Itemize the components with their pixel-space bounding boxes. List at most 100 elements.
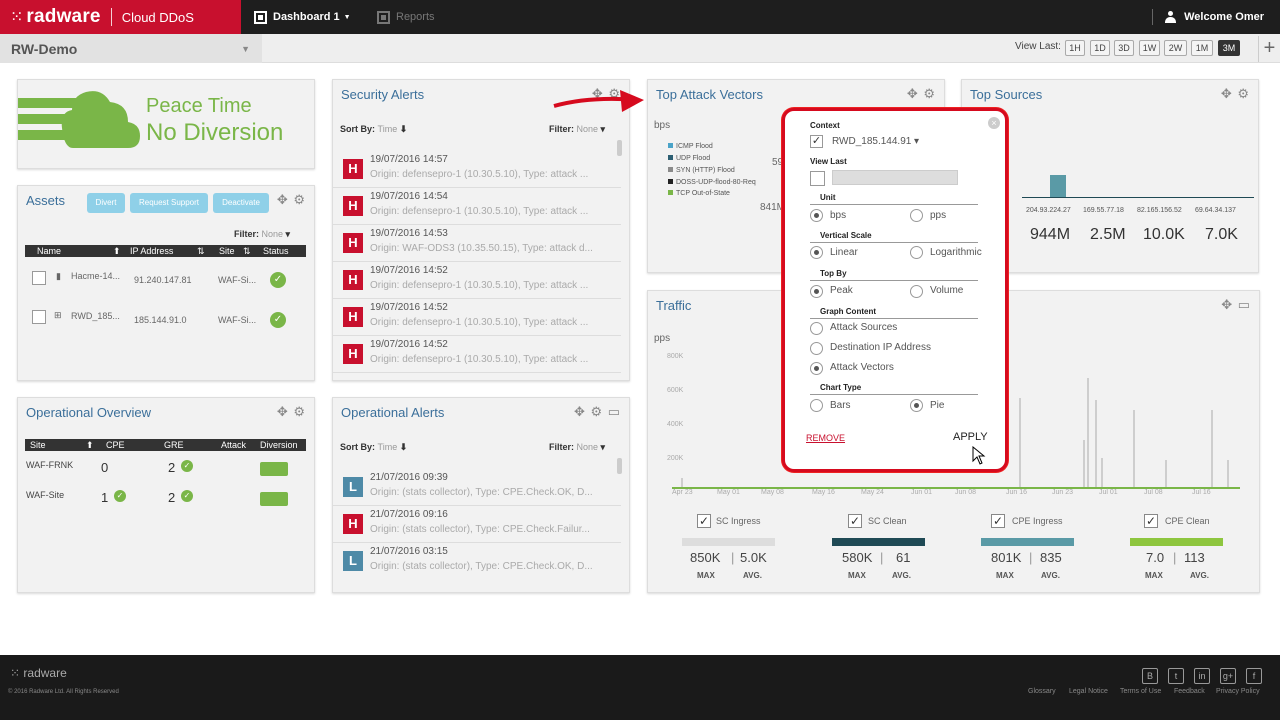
topby-peak-radio[interactable] [810, 285, 823, 298]
series-checkbox[interactable]: ✓ [697, 514, 711, 528]
deactivate-button[interactable]: Deactivate [213, 193, 269, 213]
scale-linear-radio[interactable] [810, 246, 823, 259]
x-tick: May 01 [717, 489, 740, 496]
topby-volume-radio[interactable] [910, 285, 923, 298]
col-ip[interactable]: IP Address [130, 245, 173, 257]
list-item[interactable]: H 19/07/2016 14:52 Origin: defensepro-1 … [333, 336, 621, 373]
series-label: SC Clean [868, 516, 907, 526]
range-1h-button[interactable]: 1H [1065, 40, 1085, 56]
panel-tools-icon[interactable]: ✥ ⚙ [277, 192, 306, 208]
severity-high-icon: H [343, 307, 363, 327]
divider [810, 318, 978, 319]
footer-link-legal[interactable]: Legal Notice [1069, 688, 1108, 695]
asset-checkbox[interactable] [32, 310, 46, 324]
alerts-filter[interactable]: Filter: None ▾ [549, 442, 605, 453]
scrollbar[interactable] [617, 140, 622, 156]
range-1d-button[interactable]: 1D [1090, 40, 1110, 56]
blog-icon[interactable]: B [1142, 668, 1158, 684]
list-item[interactable]: L 21/07/2016 09:39 Origin: (stats collec… [333, 469, 621, 506]
series-checkbox[interactable]: ✓ [1144, 514, 1158, 528]
divider [810, 204, 978, 205]
list-item[interactable]: H 19/07/2016 14:53 Origin: WAF-ODS3 (10.… [333, 225, 621, 262]
source-ip: 69.64.34.137 [1195, 207, 1236, 214]
tab-dashboard[interactable]: Dashboard 1 ▼ [254, 0, 351, 34]
alerts-filter[interactable]: Filter: None ▾ [549, 124, 605, 135]
col-status[interactable]: Status [263, 245, 289, 257]
add-widget-button[interactable]: + [1258, 36, 1280, 62]
request-support-button[interactable]: Request Support [130, 193, 208, 213]
legend-swatch [668, 167, 673, 172]
status-ok-icon: ✓ [114, 490, 126, 502]
series-checkbox[interactable]: ✓ [848, 514, 862, 528]
scale-log-radio[interactable] [910, 246, 923, 259]
server-icon: ▮ [56, 271, 61, 281]
source-bar [1050, 175, 1066, 197]
view-last-range-selector[interactable] [832, 170, 958, 185]
footer-link-feedback[interactable]: Feedback [1174, 688, 1205, 695]
severity-high-icon: H [343, 270, 363, 290]
avg-label: AVG. [1041, 571, 1060, 580]
panel-tools-icon[interactable]: ✥ ⚙ [907, 86, 936, 102]
panel-tools-icon[interactable]: ✥ ⚙ [1221, 86, 1250, 102]
view-last-checkbox[interactable] [810, 171, 825, 186]
overview-gre: 2 [168, 460, 176, 475]
footer-link-terms[interactable]: Terms of Use [1120, 688, 1161, 695]
range-1m-button[interactable]: 1M [1191, 40, 1213, 56]
alert-date: 19/07/2016 14:53 [370, 228, 448, 239]
close-icon[interactable]: × [988, 117, 1000, 129]
col-site[interactable]: Site [219, 245, 235, 257]
apply-button[interactable]: APPLY [953, 431, 988, 443]
scrollbar[interactable] [617, 458, 622, 474]
asset-checkbox[interactable] [32, 271, 46, 285]
panel-tools-icon[interactable]: ✥ ⚙ ▭ [574, 404, 621, 420]
col-name[interactable]: Name [37, 245, 61, 257]
list-item[interactable]: H 21/07/2016 09:16 Origin: (stats collec… [333, 506, 621, 543]
series-checkbox[interactable]: ✓ [991, 514, 1005, 528]
sort-by[interactable]: Sort By: Time ⬇ [340, 442, 407, 453]
range-3d-button[interactable]: 3D [1114, 40, 1134, 56]
divert-button[interactable]: Divert [87, 193, 125, 213]
list-item[interactable]: H 19/07/2016 14:52 Origin: defensepro-1 … [333, 262, 621, 299]
list-item[interactable]: H 19/07/2016 14:52 Origin: defensepro-1 … [333, 299, 621, 336]
footer-link-glossary[interactable]: Glossary [1028, 688, 1056, 695]
list-item[interactable]: L 21/07/2016 03:15 Origin: (stats collec… [333, 543, 621, 580]
context-checkbox[interactable]: ✓ [810, 135, 823, 148]
range-3m-button[interactable]: 3M [1218, 40, 1240, 56]
panel-tools-icon[interactable]: ✥ ⚙ [277, 404, 306, 420]
sort-by[interactable]: Sort By: Time ⬇ [340, 124, 407, 135]
content-vectors-radio[interactable] [810, 362, 823, 375]
diversion-icon [260, 492, 288, 506]
linkedin-icon[interactable]: in [1194, 668, 1210, 684]
content-sources-radio[interactable] [810, 322, 823, 335]
tab-reports[interactable]: Reports [377, 0, 435, 34]
range-2w-button[interactable]: 2W [1164, 40, 1187, 56]
footer-link-privacy[interactable]: Privacy Policy [1216, 688, 1260, 695]
google-plus-icon[interactable]: g+ [1220, 668, 1236, 684]
twitter-icon[interactable]: t [1168, 668, 1184, 684]
facebook-icon[interactable]: f [1246, 668, 1262, 684]
charttype-pie-radio[interactable] [910, 399, 923, 412]
remove-button[interactable]: REMOVE [806, 433, 845, 443]
context-value[interactable]: RWD_185.144.91 [832, 136, 911, 147]
user-menu[interactable]: Welcome Omer [1152, 0, 1264, 34]
range-1w-button[interactable]: 1W [1139, 40, 1160, 56]
scale-log-label: Logarithmic [930, 247, 982, 258]
severity-high-icon: H [343, 344, 363, 364]
charttype-bars-radio[interactable] [810, 399, 823, 412]
scale-linear-label: Linear [830, 247, 858, 258]
brand[interactable]: ⁙ radware Cloud DDoS [0, 0, 241, 34]
chevron-down-icon[interactable]: ▾ [914, 136, 919, 147]
series-swatch [981, 538, 1074, 546]
unit-pps-radio[interactable] [910, 209, 923, 222]
assets-filter[interactable]: Filter: None ▾ [234, 229, 290, 240]
topby-volume-label: Volume [930, 285, 964, 296]
asset-name[interactable]: Hacme-14... [71, 271, 120, 281]
site-selector[interactable]: RW-Demo ▼ [0, 34, 262, 63]
panel-tools-icon[interactable]: ✥ ▭ [1221, 297, 1251, 313]
asset-name[interactable]: RWD_185... [71, 311, 120, 321]
unit-bps-radio[interactable] [810, 209, 823, 222]
list-item[interactable]: H 19/07/2016 14:54 Origin: defensepro-1 … [333, 188, 621, 225]
content-destination-radio[interactable] [810, 342, 823, 355]
list-item[interactable]: H 19/07/2016 14:57 Origin: defensepro-1 … [333, 151, 621, 188]
overview-site: WAF-FRNK [26, 460, 74, 470]
